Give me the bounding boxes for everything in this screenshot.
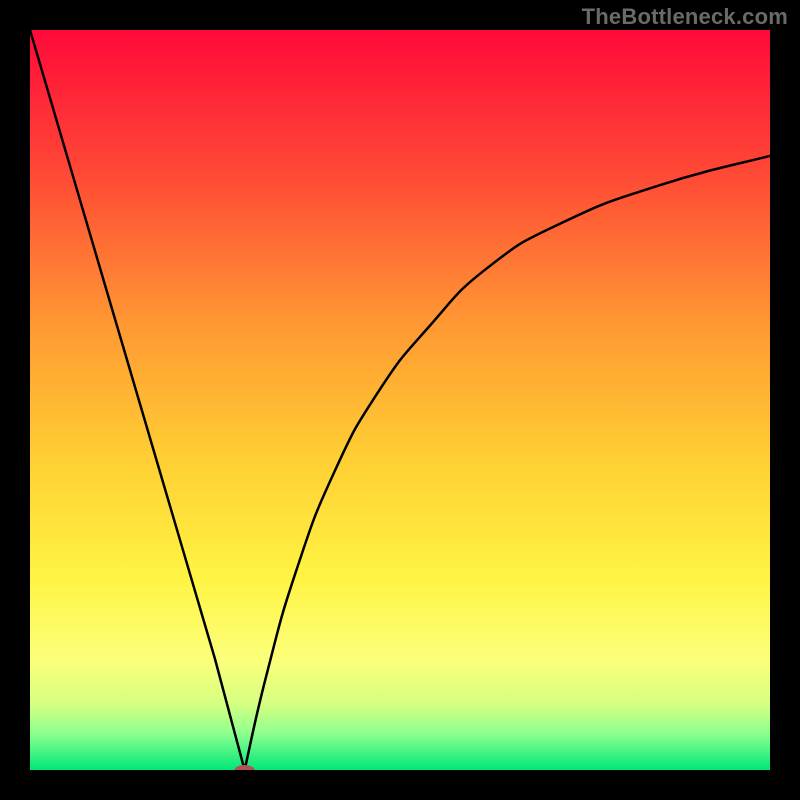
bottleneck-chart <box>30 30 770 770</box>
chart-frame: TheBottleneck.com <box>0 0 800 800</box>
watermark-text: TheBottleneck.com <box>582 4 788 30</box>
plot-background <box>30 30 770 770</box>
